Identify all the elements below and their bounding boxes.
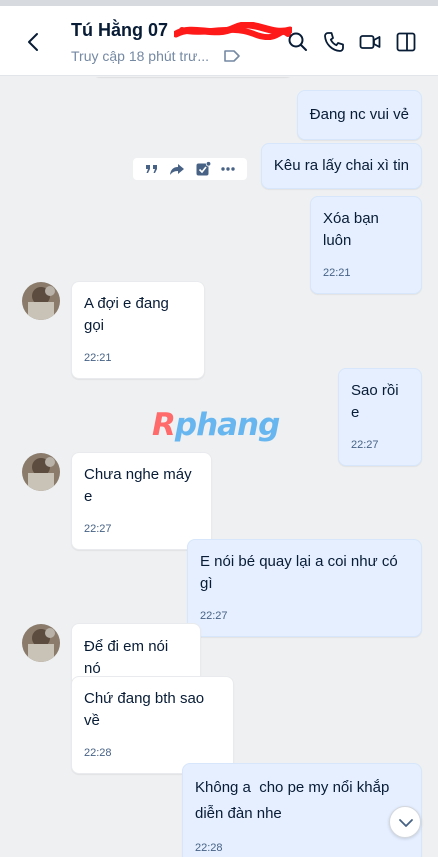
- message-bubble-outgoing[interactable]: Xóa bạn luôn 22:21: [310, 196, 422, 294]
- video-icon[interactable]: [358, 30, 382, 54]
- forward-icon[interactable]: [169, 161, 185, 177]
- message-bubble-outgoing[interactable]: Sao rồi e 22:27: [338, 368, 422, 466]
- message-text: Để đi em nói nó: [84, 638, 173, 677]
- contact-status-row: Truy cập 18 phút trư...: [71, 48, 241, 64]
- message-text: A đợi e đang gọi: [84, 295, 174, 334]
- message-bubble-outgoing[interactable]: E nói bé quay lại a coi như có gì 22:27: [187, 539, 422, 637]
- scroll-to-bottom-button[interactable]: [389, 806, 421, 838]
- message-bubble-incoming[interactable]: Chứ đang bth sao về 22:28: [71, 676, 234, 774]
- message-text: Không a cho pe my nổi khắp diễn đàn nhe: [195, 779, 394, 822]
- message-bubble-incoming[interactable]: Chưa nghe máy e 22:27: [71, 452, 212, 550]
- back-arrow-icon[interactable]: [22, 30, 46, 54]
- message-time: 22:21: [84, 352, 112, 364]
- more-icon[interactable]: [220, 161, 236, 177]
- message-text: E nói bé quay lại a coi như có gì: [200, 553, 402, 592]
- message-bubble-outgoing[interactable]: Không a cho pe my nổi khắp diễn đàn nhe …: [182, 763, 422, 857]
- watermark-logo: Rphang: [152, 407, 280, 443]
- message-bubble-incoming[interactable]: A đợi e đang gọi 22:21: [71, 281, 205, 379]
- message-text: Sao rồi e: [351, 382, 403, 421]
- message-time: 22:27: [351, 439, 379, 451]
- message-list[interactable]: Đang nc vui vẻ Kêu ra lấy chai xì tin Xó…: [0, 77, 438, 857]
- tag-icon[interactable]: [223, 49, 241, 63]
- quote-icon[interactable]: [144, 161, 160, 177]
- contact-avatar[interactable]: [22, 453, 60, 491]
- message-time: 22:27: [84, 523, 112, 535]
- message-time: 22:28: [84, 747, 112, 759]
- chat-header: Tú Hằng 07 Truy cập 18 phút trư...: [0, 6, 438, 76]
- sidebar-toggle-icon[interactable]: [394, 30, 418, 54]
- message-text: Chứ đang bth sao về: [84, 690, 209, 729]
- message-bubble-outgoing[interactable]: Đang nc vui vẻ: [296, 90, 422, 140]
- contact-avatar[interactable]: [22, 282, 60, 320]
- message-text: Kêu ra lấy chai xì tin: [273, 157, 409, 174]
- search-icon[interactable]: [286, 30, 310, 54]
- contact-avatar[interactable]: [22, 624, 60, 662]
- message-time: 22:28: [195, 842, 223, 854]
- last-seen-status: Truy cập 18 phút trư...: [71, 48, 210, 64]
- message-text: Chưa nghe máy e: [84, 466, 196, 505]
- contact-title-row[interactable]: Tú Hằng 07: [71, 20, 294, 41]
- phone-icon[interactable]: [322, 30, 346, 54]
- message-text: Xóa bạn luôn: [323, 210, 384, 249]
- message-time: 22:27: [200, 610, 228, 622]
- message-time: 22:21: [323, 267, 351, 279]
- todo-icon[interactable]: [195, 161, 211, 177]
- chevron-down-icon: [399, 819, 413, 827]
- message-text: Đang nc vui vẻ: [309, 106, 409, 123]
- contact-name[interactable]: Tú Hằng 07: [71, 20, 168, 41]
- message-action-bar: [133, 158, 247, 180]
- redaction-scribble: [172, 20, 294, 40]
- message-bubble-outgoing[interactable]: Kêu ra lấy chai xì tin: [260, 143, 422, 189]
